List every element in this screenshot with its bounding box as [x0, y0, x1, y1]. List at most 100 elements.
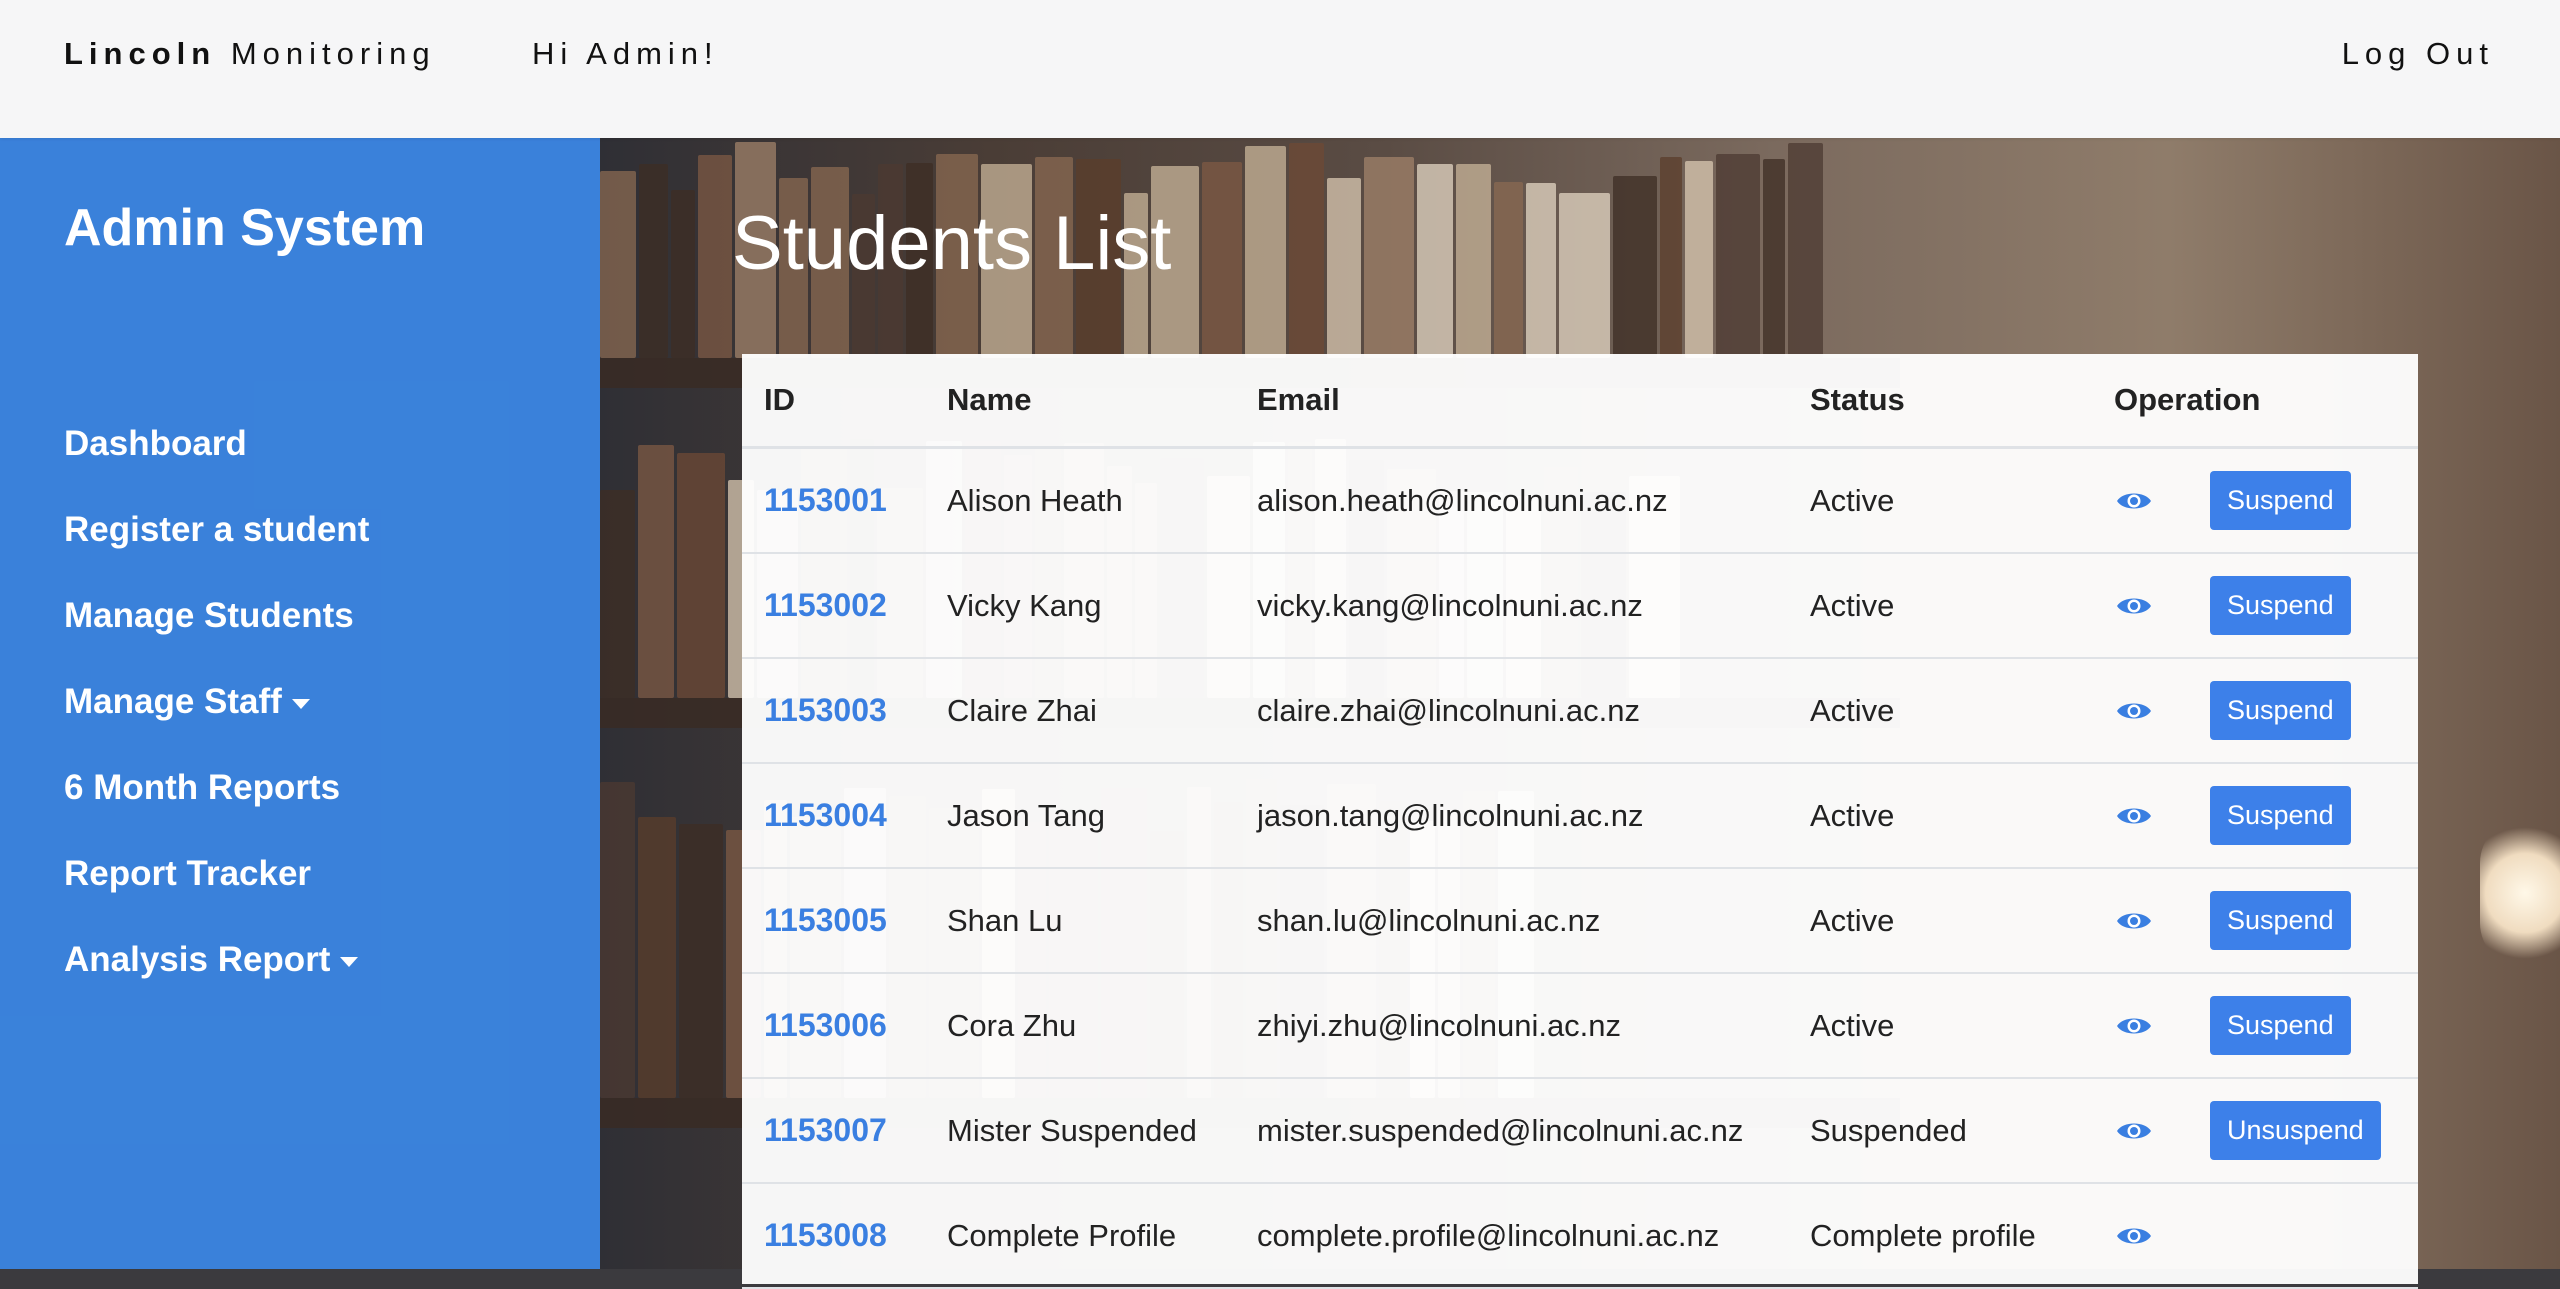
name-cell: Alison Heath [947, 447, 1257, 554]
student-id-link[interactable]: 1153004 [764, 797, 887, 833]
unsuspend-button[interactable]: Unsuspend [2210, 1101, 2381, 1160]
student-id-link[interactable]: 1153002 [764, 587, 887, 623]
name-cell: Complete Profile [947, 1183, 1257, 1289]
suspend-button[interactable]: Suspend [2210, 471, 2351, 530]
book-spine [1716, 154, 1760, 358]
book-spine [1289, 143, 1324, 358]
book-spine [1788, 143, 1823, 358]
suspend-button[interactable]: Suspend [2210, 996, 2351, 1055]
table-header-row: ID Name Email Status Operation [742, 354, 2418, 449]
top-navbar: Lincoln Monitoring Hi Admin! Log Out [0, 0, 2560, 138]
eye-icon[interactable] [2116, 1014, 2152, 1038]
book-spine [600, 490, 635, 698]
sidebar-item-label: Manage Students [64, 596, 354, 635]
caret-down-icon [340, 956, 359, 967]
student-id-link[interactable]: 1153008 [764, 1217, 887, 1253]
book-spine [1559, 193, 1610, 358]
sidebar-item-analysis-report[interactable]: Analysis Report [64, 940, 359, 980]
email-cell: zhiyi.zhu@lincolnuni.ac.nz [1257, 973, 1810, 1079]
brand[interactable]: Lincoln Monitoring [64, 36, 436, 72]
eye-icon[interactable] [2116, 1119, 2152, 1143]
sidebar-item-register-student[interactable]: Register a student [64, 510, 369, 550]
operation-cell: Suspend [2114, 891, 2418, 950]
status-cell: Complete profile [1810, 1183, 2114, 1289]
name-cell: Vicky Kang [947, 553, 1257, 659]
email-cell: shan.lu@lincolnuni.ac.nz [1257, 868, 1810, 974]
book-spine [1613, 176, 1657, 358]
name-cell: Claire Zhai [947, 658, 1257, 764]
suspend-button[interactable]: Suspend [2210, 891, 2351, 950]
sidebar-item-manage-staff[interactable]: Manage Staff [64, 682, 310, 722]
book-spine [638, 817, 676, 1098]
sidebar-item-label: Register a student [64, 510, 370, 549]
operation-cell: Suspend [2114, 786, 2418, 845]
operation-cell: Suspend [2114, 681, 2418, 740]
student-id-link[interactable]: 1153005 [764, 902, 887, 938]
book-spine [1245, 146, 1286, 358]
student-id-link[interactable]: 1153003 [764, 692, 887, 728]
sidebar-item-label: Analysis Report [64, 940, 331, 979]
sidebar-item-label: Report Tracker [64, 854, 312, 893]
table-row: 1153006 Cora Zhu zhiyi.zhu@lincolnuni.ac.n… [742, 973, 2418, 1079]
name-cell: Shan Lu [947, 868, 1257, 974]
eye-icon[interactable] [2116, 699, 2152, 723]
student-id-link[interactable]: 1153006 [764, 1007, 887, 1043]
operation-td [2114, 1183, 2418, 1289]
operation-cell: Unsuspend [2114, 1101, 2418, 1160]
book-spine [1456, 164, 1491, 358]
id-cell: 1153001 [742, 447, 947, 554]
book-spine [1685, 161, 1713, 358]
operation-cell: Suspend [2114, 996, 2418, 1055]
operation-cell: Suspend [2114, 576, 2418, 635]
book-spine [1202, 162, 1242, 358]
eye-icon[interactable] [2116, 1224, 2152, 1248]
operation-td: Suspend [2114, 447, 2418, 554]
suspend-button[interactable]: Suspend [2210, 786, 2351, 845]
book-spine [1660, 157, 1682, 358]
sidebar-item-label: Manage Staff [64, 682, 282, 721]
column-header-email: Email [1257, 354, 1810, 449]
student-id-link[interactable]: 1153007 [764, 1112, 887, 1148]
id-cell: 1153006 [742, 973, 947, 1079]
book-spine [698, 155, 732, 358]
sidebar-item-manage-students[interactable]: Manage Students [64, 596, 354, 636]
book-spine [677, 453, 725, 698]
email-cell: complete.profile@lincolnuni.ac.nz [1257, 1183, 1810, 1289]
logout-link[interactable]: Log Out [2342, 36, 2494, 72]
id-cell: 1153005 [742, 868, 947, 974]
table-row: 1153002 Vicky Kang vicky.kang@lincolnuni.a… [742, 553, 2418, 659]
id-cell: 1153004 [742, 763, 947, 869]
operation-cell [2114, 1224, 2418, 1248]
id-cell: 1153003 [742, 658, 947, 764]
greeting-text: Hi Admin! [532, 36, 719, 71]
operation-td: Suspend [2114, 973, 2418, 1079]
eye-icon[interactable] [2116, 594, 2152, 618]
name-cell: Jason Tang [947, 763, 1257, 869]
eye-icon[interactable] [2116, 909, 2152, 933]
email-cell: mister.suspended@lincolnuni.ac.nz [1257, 1078, 1810, 1184]
book-spine [638, 445, 674, 698]
operation-td: Suspend [2114, 553, 2418, 659]
student-id-link[interactable]: 1153001 [764, 482, 887, 518]
eye-icon[interactable] [2116, 804, 2152, 828]
eye-icon[interactable] [2116, 489, 2152, 513]
students-table: ID Name Email Status Operation 1153001 Al… [742, 354, 2418, 1289]
sidebar-item-6-month-reports[interactable]: 6 Month Reports [64, 768, 340, 808]
sidebar-item-dashboard[interactable]: Dashboard [64, 424, 247, 464]
table-row: 1153001 Alison Heath alison.heath@lincolnu… [742, 447, 2418, 554]
book-spine [1327, 178, 1361, 358]
sidebar-item-report-tracker[interactable]: Report Tracker [64, 854, 311, 894]
table-row: 1153007 Mister Suspended mister.suspended@… [742, 1078, 2418, 1184]
caret-down-icon [291, 698, 310, 709]
suspend-button[interactable]: Suspend [2210, 681, 2351, 740]
sidebar-item-label: 6 Month Reports [64, 768, 341, 807]
id-cell: 1153007 [742, 1078, 947, 1184]
book-spine [679, 824, 723, 1098]
suspend-button[interactable]: Suspend [2210, 576, 2351, 635]
table-row: 1153003 Claire Zhai claire.zhai@lincolnuni… [742, 658, 2418, 764]
status-cell: Active [1810, 763, 2114, 869]
operation-td: Unsuspend [2114, 1078, 2418, 1184]
operation-td: Suspend [2114, 763, 2418, 869]
table-row: 1153008 Complete Profile complete.profile@… [742, 1183, 2418, 1289]
operation-cell: Suspend [2114, 471, 2418, 530]
